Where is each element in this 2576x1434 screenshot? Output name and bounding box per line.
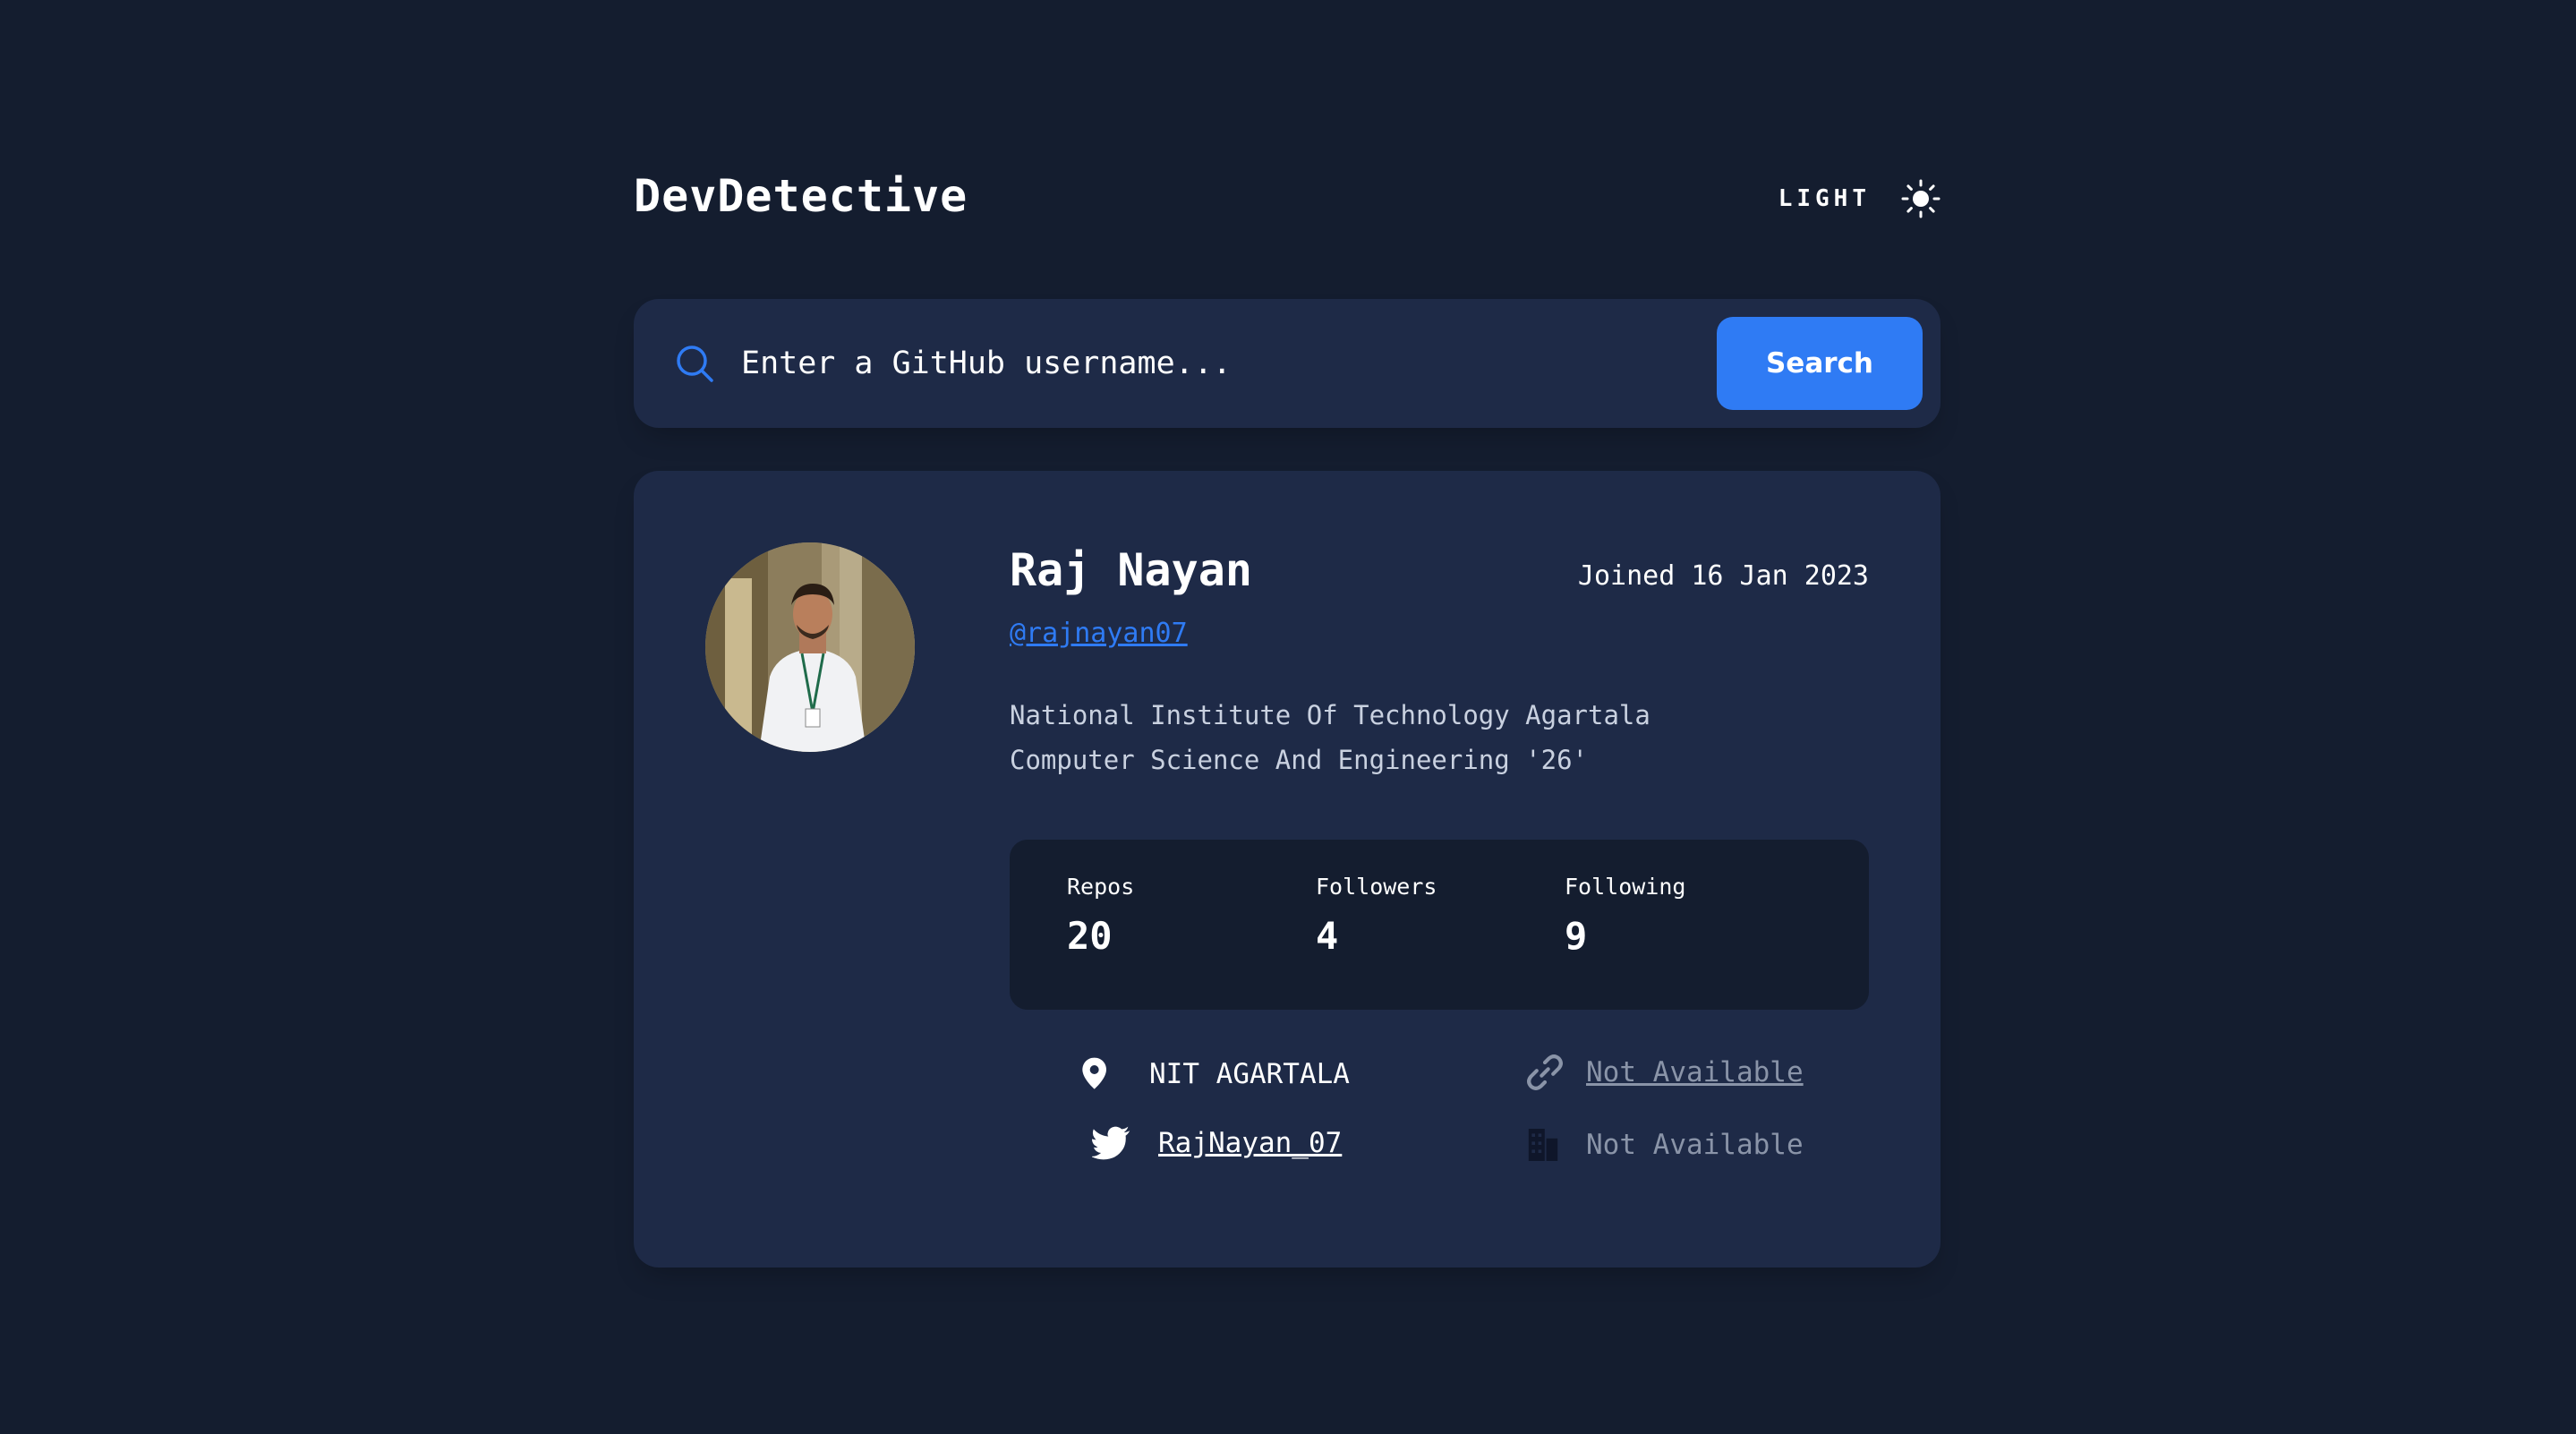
stat-value: 9 (1565, 914, 1588, 958)
location-pin-icon (1082, 1057, 1106, 1089)
joined-date: Joined 16 Jan 2023 (1577, 560, 1869, 592)
stat-label: Repos (1067, 874, 1135, 900)
sun-icon (1901, 179, 1941, 218)
stat-followers: Followers 4 (1316, 874, 1437, 958)
bio-line: National Institute Of Technology Agartal… (1010, 700, 1651, 730)
building-icon (1528, 1129, 1558, 1161)
app-logo: DevDetective (634, 170, 968, 222)
website-item: Not Available (1525, 1053, 1804, 1092)
stats-panel: Repos 20 Followers 4 Following 9 (1010, 840, 1869, 1010)
profile-bio: National Institute Of Technology Agartal… (1010, 693, 1779, 782)
theme-toggle-button[interactable]: LIGHT (1778, 174, 1941, 224)
twitter-link[interactable]: RajNayan_07 (1158, 1127, 1342, 1159)
twitter-icon (1092, 1126, 1130, 1160)
stat-label: Following (1565, 874, 1686, 900)
link-icon (1527, 1054, 1563, 1090)
stat-repos: Repos 20 (1067, 874, 1134, 958)
theme-toggle-label: LIGHT (1778, 185, 1871, 212)
bio-line: Computer Science And Engineering '26' (1010, 745, 1589, 775)
stat-value: 20 (1067, 914, 1113, 958)
location-text: NIT AGARTALA (1149, 1058, 1350, 1090)
header: DevDetective LIGHT (634, 161, 1941, 242)
stat-following: Following 9 (1565, 874, 1685, 958)
stat-value: 4 (1316, 914, 1339, 958)
website-link[interactable]: Not Available (1586, 1056, 1804, 1088)
location-item: NIT AGARTALA (1079, 1053, 1350, 1096)
stat-label: Followers (1316, 874, 1437, 900)
profile-name: Raj Nayan (1010, 544, 1252, 596)
company-text: Not Available (1586, 1129, 1804, 1161)
profile-card: Raj Nayan Joined 16 Jan 2023 @rajnayan07… (634, 471, 1941, 1268)
search-input[interactable] (741, 331, 1421, 396)
twitter-item: RajNayan_07 (1092, 1126, 1342, 1160)
company-item: Not Available (1527, 1126, 1804, 1164)
avatar (705, 542, 915, 752)
search-icon (677, 346, 713, 382)
search-button[interactable]: Search (1717, 317, 1923, 410)
profile-handle-link[interactable]: @rajnayan07 (1010, 618, 1188, 649)
search-bar: Search (634, 299, 1941, 428)
